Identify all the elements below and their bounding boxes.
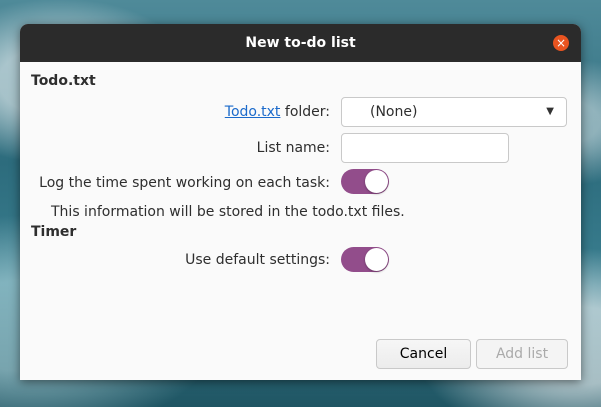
switch-knob: [365, 170, 388, 193]
log-time-switch[interactable]: [341, 169, 389, 194]
log-time-label: Log the time spent working on each task:: [39, 175, 330, 191]
default-settings-switch[interactable]: [341, 247, 389, 272]
chevron-down-icon: ▼: [546, 106, 554, 117]
todo-txt-link[interactable]: Todo.txt: [225, 104, 281, 120]
close-icon[interactable]: ×: [553, 35, 569, 51]
default-settings-label: Use default settings:: [185, 252, 330, 268]
timer-section-heading: Timer: [31, 224, 77, 240]
list-name-input[interactable]: [341, 133, 509, 163]
add-list-button[interactable]: Add list: [476, 339, 568, 369]
folder-label: folder:: [280, 104, 330, 120]
folder-dropdown[interactable]: (None) ▼: [341, 97, 567, 127]
info-text: This information will be stored in the t…: [51, 204, 405, 220]
titlebar: New to-do list ×: [20, 24, 581, 62]
new-todo-list-dialog: New to-do list × Todo.txt Todo.txt folde…: [20, 24, 581, 380]
folder-label-row: Todo.txt folder:: [225, 104, 330, 120]
dialog-title: New to-do list: [245, 35, 356, 51]
cancel-button[interactable]: Cancel: [376, 339, 471, 369]
folder-selected-value: (None): [370, 104, 418, 120]
list-name-label: List name:: [256, 140, 330, 156]
switch-knob: [365, 248, 388, 271]
todo-section-heading: Todo.txt: [31, 73, 96, 89]
